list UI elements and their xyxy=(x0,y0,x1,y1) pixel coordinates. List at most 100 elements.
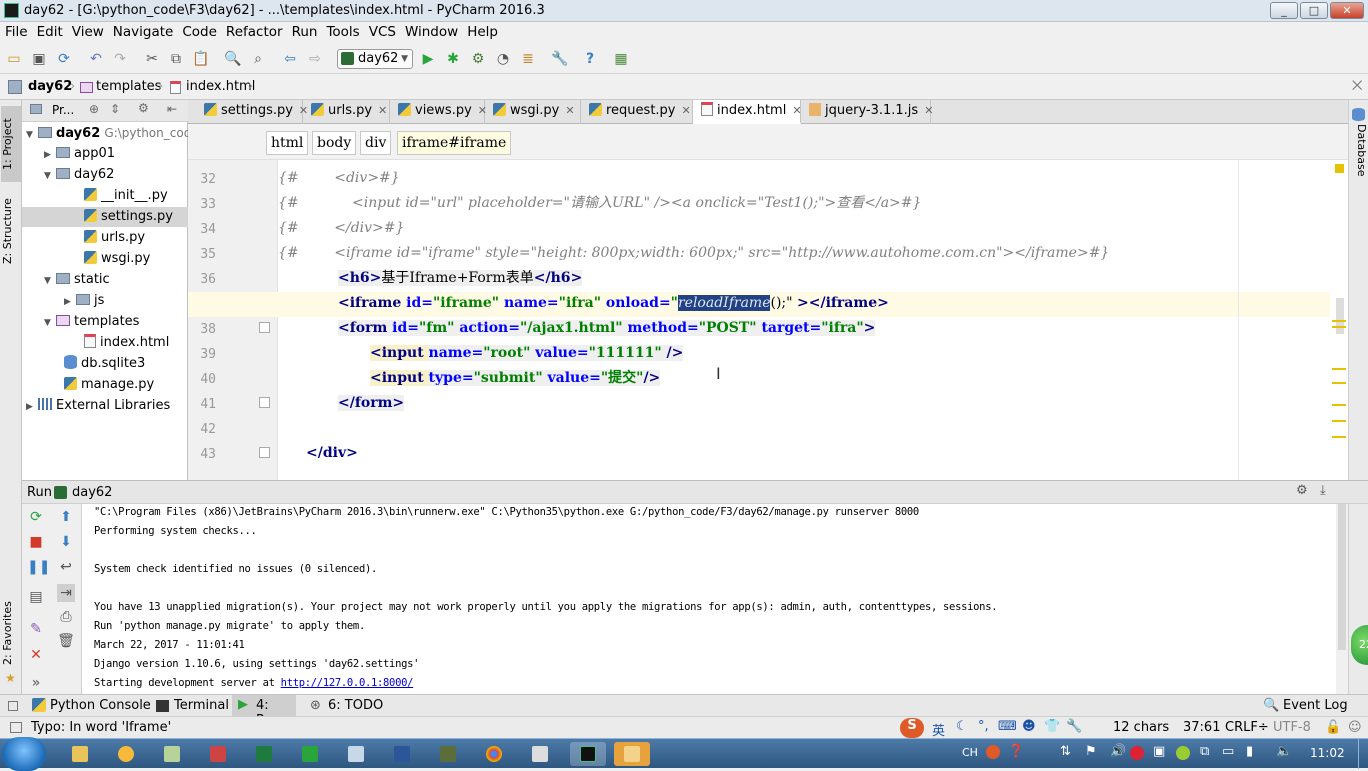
taskbar-app-6[interactable] xyxy=(292,742,328,766)
fold-marker-icon[interactable] xyxy=(259,322,270,333)
structure-tool-tab[interactable]: Z: Structure xyxy=(1,190,21,272)
back-icon[interactable]: ⇦ xyxy=(281,50,299,68)
profile-icon[interactable]: ◔ xyxy=(494,50,512,68)
scroll-up-icon[interactable]: ⬆ xyxy=(57,508,75,526)
battery-icon[interactable]: ▮ xyxy=(1246,744,1253,759)
run-configuration-select[interactable]: day62 ▼ xyxy=(337,49,413,69)
ime-language[interactable]: 英 xyxy=(932,720,945,739)
crumb-html[interactable]: html xyxy=(266,131,309,155)
tree-item-js[interactable]: ▶ js xyxy=(64,291,104,311)
database-tool-tab[interactable]: Database xyxy=(1350,124,1368,177)
monitor-icon[interactable]: ▭ xyxy=(1222,744,1234,759)
scroll-thumb[interactable] xyxy=(1338,504,1346,650)
crumb-div[interactable]: div xyxy=(360,131,392,155)
flag-icon[interactable]: ⚑ xyxy=(1085,744,1097,759)
menu-file[interactable]: File xyxy=(1,22,32,42)
stop-icon[interactable]: ■ xyxy=(27,533,45,551)
wrench-icon[interactable]: 🔧 xyxy=(1066,719,1082,734)
warning-marker[interactable] xyxy=(1332,320,1346,322)
taskbar-word[interactable] xyxy=(384,742,420,766)
help-icon[interactable]: ? xyxy=(581,50,599,68)
warning-marker[interactable] xyxy=(1332,368,1346,370)
warning-icon[interactable] xyxy=(1335,164,1344,173)
lock-icon[interactable]: 🔓 xyxy=(1325,720,1341,735)
hide-panel-icon[interactable]: ⇤ xyxy=(167,102,177,116)
sogou-ime-icon[interactable]: S xyxy=(900,718,924,738)
sdk-icon[interactable]: ▦ xyxy=(612,50,630,68)
menu-navigate[interactable]: Navigate xyxy=(109,22,178,42)
tree-item-templates[interactable]: ▼ templates xyxy=(44,312,139,332)
tree-item-index-html[interactable]: index.html xyxy=(84,333,169,353)
menu-edit[interactable]: Edit xyxy=(33,22,67,42)
replace-icon[interactable]: ⌕ xyxy=(249,50,267,68)
taskbar-app-7[interactable] xyxy=(338,742,374,766)
settings-icon[interactable]: 🔧 xyxy=(551,50,569,68)
moon-icon[interactable]: ☾ xyxy=(956,719,968,734)
show-desktop-button[interactable] xyxy=(1358,739,1368,769)
close-window-button[interactable]: ✕ xyxy=(1330,2,1364,19)
menu-run[interactable]: Run xyxy=(288,22,322,42)
hide-panel-icon[interactable]: ⤓ xyxy=(1320,483,1326,498)
rerun-icon[interactable]: ⟳ xyxy=(27,508,45,526)
menu-help[interactable]: Help xyxy=(463,22,502,42)
server-url-link[interactable]: http://127.0.0.1:8000/ xyxy=(281,677,414,689)
tray-app-icon[interactable]: ▣ xyxy=(1153,744,1165,759)
save-icon[interactable]: ▣ xyxy=(30,50,48,68)
scroll-to-end-icon[interactable]: ⇥ xyxy=(57,584,75,602)
run-config-name[interactable]: day62 xyxy=(72,485,112,500)
tree-item-db-sqlite3[interactable]: db.sqlite3 xyxy=(64,354,145,374)
tab-jquery-js[interactable]: jquery-3.1.1.js ✕ xyxy=(801,100,933,124)
menu-code[interactable]: Code xyxy=(178,22,221,42)
code-editor[interactable]: 32 33 34 35 36 37 38 39 40 41 42 43 💡 {#… xyxy=(188,160,1348,480)
soft-wrap-icon[interactable]: ↩ xyxy=(57,558,75,576)
status-window-icon[interactable] xyxy=(10,722,22,733)
taskbar-app-4[interactable] xyxy=(200,742,236,766)
menu-view[interactable]: View xyxy=(68,22,108,42)
tree-item-app01[interactable]: ▶ app01 xyxy=(44,144,115,164)
panel-toggle-icon[interactable] xyxy=(8,701,18,711)
tree-item-urls-py[interactable]: urls.py xyxy=(84,228,145,248)
undo-icon[interactable]: ↶ xyxy=(87,50,105,68)
scroll-down-icon[interactable]: ⬇ xyxy=(57,533,75,551)
close-icon[interactable]: ✕ xyxy=(924,104,933,117)
tab-urls-py[interactable]: urls.py ✕ xyxy=(303,100,390,124)
tree-item-external-libraries[interactable]: ▶ External Libraries xyxy=(26,396,170,416)
open-folder-icon[interactable]: ▭ xyxy=(5,50,23,68)
collapse-all-icon[interactable]: ⇕ xyxy=(110,102,120,116)
punctuation-icon[interactable]: °, xyxy=(978,719,989,734)
concurrency-icon[interactable]: ≣ xyxy=(519,50,537,68)
taskbar-pycharm[interactable] xyxy=(570,742,606,766)
caret-position[interactable]: 37:61 xyxy=(1183,720,1220,735)
file-encoding[interactable]: UTF-8 xyxy=(1273,720,1311,735)
close-icon[interactable]: ⨉ xyxy=(1352,79,1362,94)
more-icon[interactable]: » xyxy=(27,674,45,692)
tree-item-day62-root[interactable]: ▼ day62 G:\python_code xyxy=(26,123,199,143)
fold-marker-icon[interactable] xyxy=(259,447,270,458)
menu-refactor[interactable]: Refactor xyxy=(222,22,287,42)
favorites-tool-tab[interactable]: 2: Favorites xyxy=(1,593,21,673)
network-icon[interactable]: ⇅ xyxy=(1060,744,1071,759)
debug-icon[interactable]: ✱ xyxy=(444,50,462,68)
menu-tools[interactable]: Tools xyxy=(322,22,363,42)
taskbar-app-2[interactable] xyxy=(108,742,144,766)
paste-icon[interactable]: 📋 xyxy=(192,50,210,68)
skin-icon[interactable]: 👕 xyxy=(1044,719,1060,734)
close-icon[interactable]: ✕ xyxy=(378,104,387,117)
taskbar-notepad[interactable] xyxy=(154,742,190,766)
taskbar-app-9[interactable] xyxy=(430,742,466,766)
maximize-button[interactable]: □ xyxy=(1300,2,1328,19)
layout-icon[interactable]: ▤ xyxy=(27,588,45,606)
crumb-iframe[interactable]: iframe#iframe xyxy=(397,131,512,155)
close-icon[interactable]: ✕ xyxy=(565,104,574,117)
forward-icon[interactable]: ⇨ xyxy=(306,50,324,68)
error-stripe[interactable] xyxy=(1330,160,1348,480)
tree-item-init-py[interactable]: __init__.py xyxy=(84,186,168,206)
speaker-icon[interactable]: 🔊 xyxy=(1110,744,1126,759)
cut-icon[interactable]: ✂ xyxy=(143,50,161,68)
tab-wsgi-py[interactable]: wsgi.py ✕ xyxy=(485,100,581,124)
pause-icon[interactable]: ❚❚ xyxy=(27,558,50,576)
pin-icon[interactable]: ✎ xyxy=(27,620,45,638)
run-console[interactable]: "C:\Program Files (x86)\JetBrains\PyChar… xyxy=(82,504,1336,694)
sogou-tray-icon[interactable] xyxy=(986,745,1000,759)
keyboard-icon[interactable]: ⌨ xyxy=(998,719,1017,734)
